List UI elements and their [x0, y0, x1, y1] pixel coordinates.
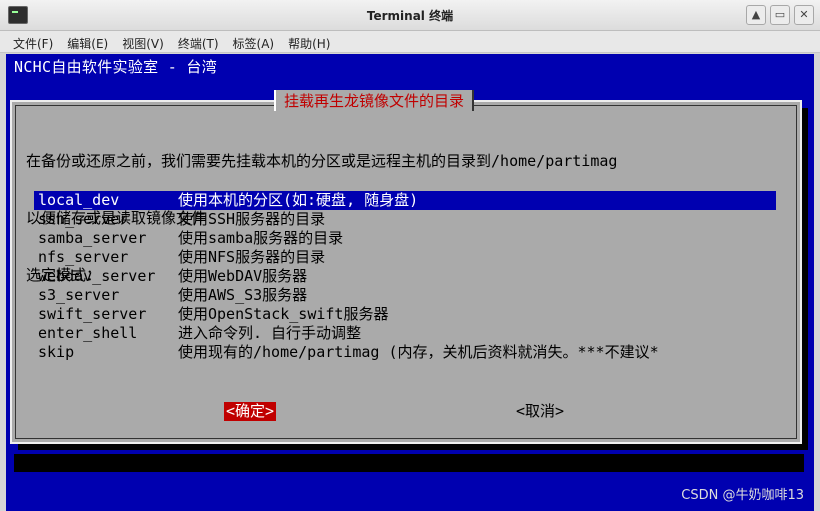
- option-swift-server[interactable]: swift_server 使用OpenStack_swift服务器: [34, 305, 776, 324]
- maximize-up-icon[interactable]: ▲: [746, 5, 766, 25]
- menu-file[interactable]: 文件(F): [6, 31, 60, 52]
- option-desc: 使用AWS_S3服务器: [178, 286, 308, 304]
- option-desc: 使用SSH服务器的目录: [178, 210, 326, 228]
- menu-terminal[interactable]: 终端(T): [171, 31, 226, 52]
- terminal-view[interactable]: NCHC自由软件实验室 - 台湾 挂载再生龙镜像文件的目录 在备份或还原之前，我…: [6, 54, 814, 511]
- dialog-title: 挂载再生龙镜像文件的目录: [274, 90, 475, 111]
- option-s3-server[interactable]: s3_server 使用AWS_S3服务器: [34, 286, 776, 305]
- menu-help[interactable]: 帮助(H): [281, 31, 337, 52]
- option-desc: 使用本机的分区(如:硬盘, 随身盘): [178, 191, 419, 209]
- option-key: s3_server: [38, 286, 120, 304]
- menu-bar: 文件(F) 编辑(E) 视图(V) 终端(T) 标签(A) 帮助(H): [0, 31, 820, 53]
- cancel-button[interactable]: <取消>: [516, 402, 564, 421]
- menu-view[interactable]: 视图(V): [115, 31, 171, 52]
- option-key: webdav_server: [38, 267, 156, 285]
- window-titlebar[interactable]: Terminal 终端 ▲ ▭ ✕: [0, 0, 820, 31]
- option-nfs-server[interactable]: nfs_server 使用NFS服务器的目录: [34, 248, 776, 267]
- option-webdav-server[interactable]: webdav_server 使用WebDAV服务器: [34, 267, 776, 286]
- watermark: CSDN @牛奶咖啡13: [681, 488, 804, 503]
- menu-edit[interactable]: 编辑(E): [60, 31, 115, 52]
- option-key: swift_server: [38, 305, 147, 323]
- option-key: local_dev: [38, 191, 120, 209]
- option-key: samba_server: [38, 229, 147, 247]
- option-desc: 使用OpenStack_swift服务器: [178, 305, 389, 323]
- option-key: nfs_server: [38, 248, 129, 266]
- option-desc: 使用WebDAV服务器: [178, 267, 308, 285]
- option-local-dev[interactable]: local_dev 使用本机的分区(如:硬盘, 随身盘): [34, 191, 776, 210]
- mount-dialog: 挂载再生龙镜像文件的目录 在备份或还原之前，我们需要先挂载本机的分区或是远程主机…: [10, 90, 802, 444]
- option-key: skip: [38, 343, 75, 361]
- option-enter-shell[interactable]: enter_shell 进入命令列. 自行手动调整: [34, 324, 776, 343]
- restore-icon[interactable]: ▭: [770, 5, 790, 25]
- option-desc: 进入命令列. 自行手动调整: [178, 324, 362, 342]
- mode-list: local_dev 使用本机的分区(如:硬盘, 随身盘) ssh_server 使用…: [34, 191, 776, 362]
- prompt-line: 在备份或还原之前，我们需要先挂载本机的分区或是远程主机的目录到/home/par…: [26, 152, 618, 170]
- option-ssh-server[interactable]: ssh_server 使用SSH服务器的目录: [34, 210, 776, 229]
- option-desc: 使用现有的/home/partimag (内存，关机后资料就消失。***不建议*: [178, 343, 659, 361]
- option-key: ssh_server: [38, 210, 129, 228]
- option-desc: 使用NFS服务器的目录: [178, 248, 326, 266]
- option-key: enter_shell: [38, 324, 138, 342]
- window-title: Terminal 终端: [366, 9, 454, 23]
- option-desc: 使用samba服务器的目录: [178, 229, 344, 247]
- close-icon[interactable]: ✕: [794, 5, 814, 25]
- option-samba-server[interactable]: samba_server 使用samba服务器的目录: [34, 229, 776, 248]
- ok-button[interactable]: <确定>: [224, 402, 277, 421]
- status-bar: [14, 454, 804, 472]
- window-controls: ▲ ▭ ✕: [746, 5, 814, 25]
- terminal-header: NCHC自由软件实验室 - 台湾: [14, 58, 218, 76]
- menu-tabs[interactable]: 标签(A): [226, 31, 282, 52]
- option-skip[interactable]: skip 使用现有的/home/partimag (内存，关机后资料就消失。***…: [34, 343, 776, 362]
